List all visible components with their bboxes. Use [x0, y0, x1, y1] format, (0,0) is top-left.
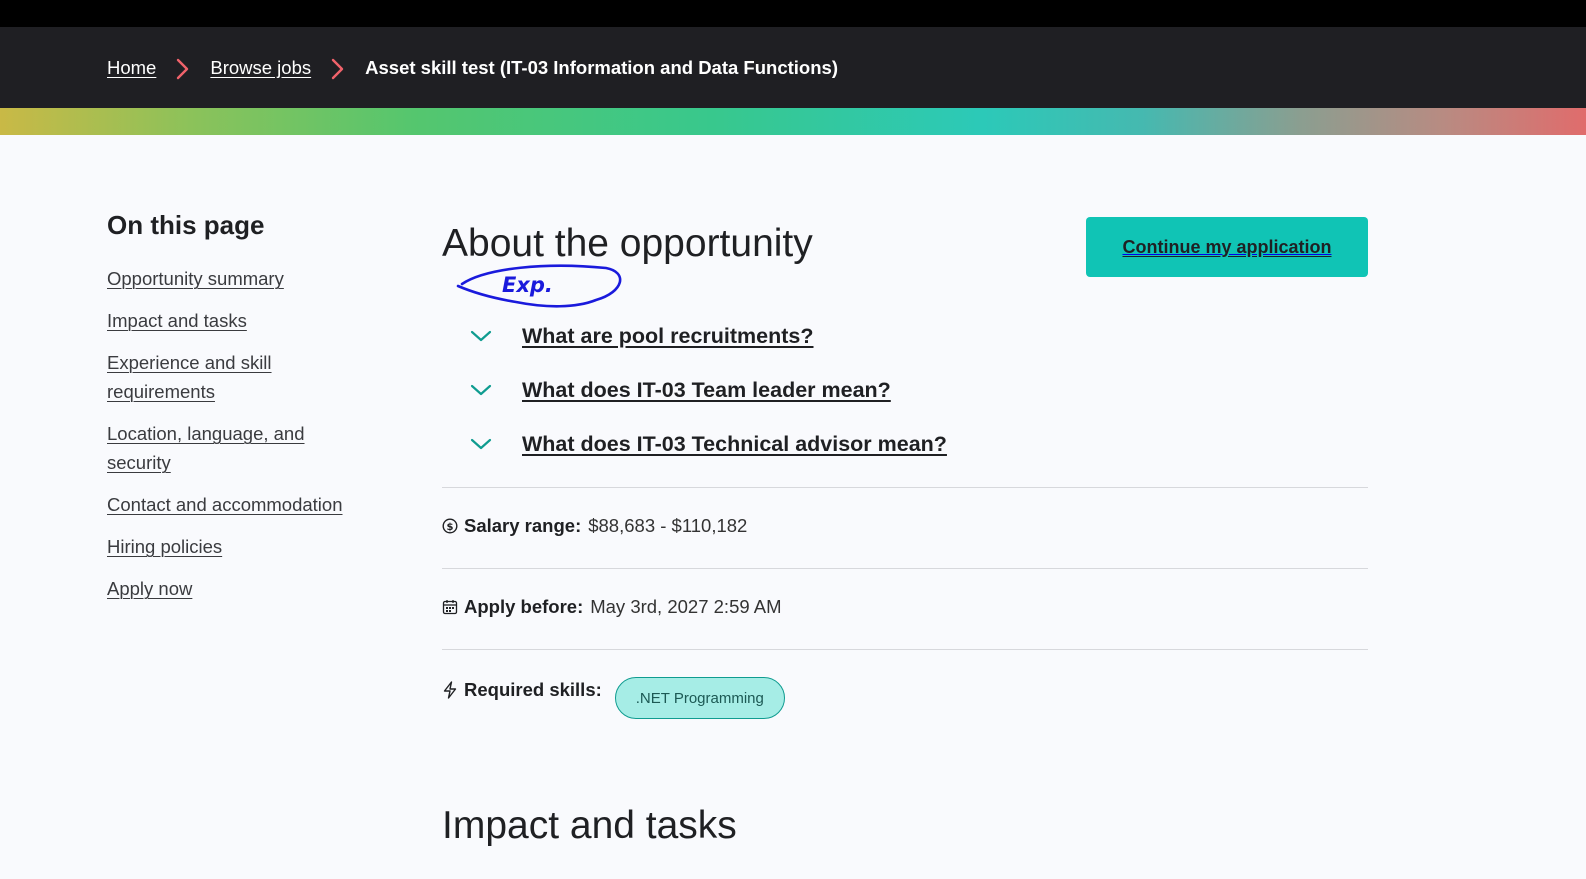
salary-value: $88,683 - $110,182 [588, 515, 748, 536]
chevron-right-icon [311, 57, 365, 79]
salary-label: Salary range: [464, 515, 582, 536]
continue-application-label: Continue my application [1122, 236, 1332, 257]
divider [442, 568, 1368, 569]
faq-accordion: What are pool recruitments? What does IT… [470, 309, 947, 471]
sidebar-item-opportunity-summary[interactable]: Opportunity summary [107, 268, 284, 289]
divider [442, 649, 1368, 650]
accordion-item-label[interactable]: What are pool recruitments? [522, 324, 814, 349]
divider [442, 487, 1368, 488]
chevron-down-icon [470, 324, 522, 348]
sidebar-item-experience-and-skill-requirements[interactable]: Experience and skill requirements [107, 352, 272, 402]
sidebar-item-location-language-security[interactable]: Location, language, and security [107, 423, 305, 473]
handwritten-annotation: Exp. [456, 264, 622, 308]
top-black-strip [0, 0, 1586, 27]
accordion-item[interactable]: What are pool recruitments? [470, 309, 947, 363]
accordion-item[interactable]: What does IT-03 Technical advisor mean? [470, 417, 947, 471]
breadcrumb: Home Browse jobs Asset skill test (IT-03… [107, 27, 838, 108]
accordion-item-label[interactable]: What does IT-03 Technical advisor mean? [522, 432, 947, 457]
chevron-down-icon [470, 378, 522, 402]
required-skills-label: Required skills: [464, 679, 602, 700]
salary-range-row: $ Salary range: $88,683 - $110,182 [442, 515, 747, 537]
impact-and-tasks-heading: Impact and tasks [442, 804, 737, 847]
chevron-down-icon [470, 432, 522, 456]
accordion-item-label[interactable]: What does IT-03 Team leader mean? [522, 378, 891, 403]
decorative-gradient-bar [0, 108, 1586, 135]
apply-before-value: May 3rd, 2027 2:59 AM [590, 596, 782, 617]
bolt-icon [442, 681, 464, 699]
accordion-item[interactable]: What does IT-03 Team leader mean? [470, 363, 947, 417]
annotation-text: Exp. [502, 273, 553, 297]
sidebar-item-contact-and-accommodation[interactable]: Contact and accommodation [107, 494, 343, 515]
apply-before-row: Apply before: May 3rd, 2027 2:59 AM [442, 596, 782, 618]
svg-text:$: $ [447, 522, 454, 533]
breadcrumb-current-page: Asset skill test (IT-03 Information and … [365, 56, 838, 78]
required-skills-row: Required skills: .NET Programming [442, 677, 785, 719]
sidebar-item-impact-and-tasks[interactable]: Impact and tasks [107, 310, 247, 331]
sidebar-heading: On this page [107, 210, 265, 240]
continue-application-button[interactable]: Continue my application [1086, 217, 1368, 277]
sidebar-item-apply-now[interactable]: Apply now [107, 578, 192, 599]
calendar-icon [442, 599, 464, 615]
on-this-page-nav: On this page Opportunity summary Impact … [107, 210, 367, 617]
breadcrumb-browse-jobs-link[interactable]: Browse jobs [210, 57, 311, 79]
apply-before-label: Apply before: [464, 596, 584, 617]
chevron-right-icon [156, 57, 210, 79]
dollar-circle-icon: $ [442, 518, 464, 534]
skill-chip[interactable]: .NET Programming [614, 677, 785, 719]
sidebar-item-hiring-policies[interactable]: Hiring policies [107, 536, 222, 557]
breadcrumb-home-link[interactable]: Home [107, 57, 156, 79]
